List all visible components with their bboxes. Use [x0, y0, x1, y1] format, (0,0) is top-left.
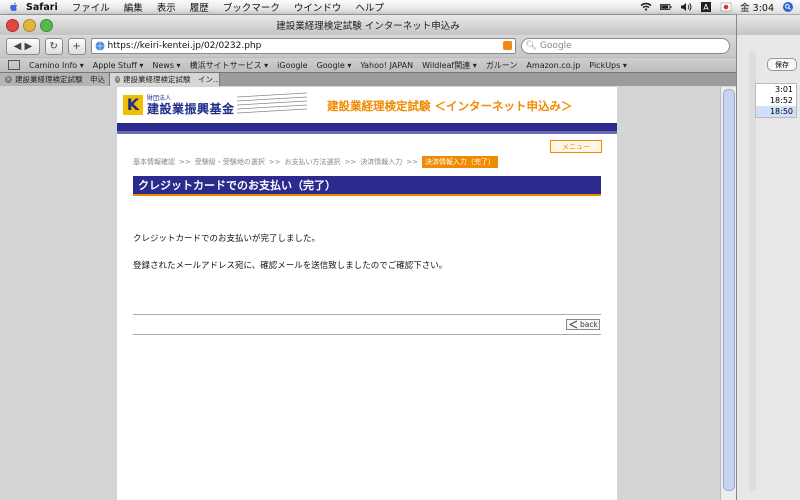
search-field[interactable]: 🔍︎ Google — [520, 38, 730, 54]
search-placeholder: Google — [539, 41, 572, 51]
volume-icon[interactable] — [680, 2, 692, 12]
logo-mark: K — [123, 95, 143, 115]
breadcrumb-separator: >> — [268, 158, 281, 166]
close-tab-icon[interactable]: × — [115, 76, 121, 83]
site-globe-icon — [95, 41, 105, 51]
spotlight-icon[interactable] — [782, 2, 794, 12]
header-bar — [117, 123, 617, 131]
divider — [133, 314, 601, 315]
bookmark-item[interactable]: PickUps ▾ — [589, 61, 627, 70]
zoom-window-icon[interactable] — [40, 19, 53, 32]
completion-message: クレジットカードでのお支払いが完了しました。 — [133, 234, 321, 244]
header-bar-accent — [117, 131, 617, 134]
breadcrumb-step: 受験級・受験地の選択 — [194, 158, 265, 166]
bookmarks-book-icon[interactable] — [8, 60, 20, 70]
bookmarks-bar: Camino Info ▾ Apple Stuff ▾ News ▾ 横浜サイト… — [0, 57, 736, 72]
page-title: クレジットカードでのお支払い（完了） — [133, 176, 601, 196]
menu-help[interactable]: ヘルプ — [355, 0, 384, 14]
rss-icon[interactable] — [502, 41, 512, 50]
reload-icon: ↻ — [49, 40, 58, 52]
breadcrumb-step: 基本情報確認 — [133, 158, 175, 166]
bookmark-item[interactable]: Camino Info ▾ — [29, 61, 84, 70]
close-window-icon[interactable] — [6, 19, 19, 32]
search-icon: 🔍︎ — [525, 41, 537, 51]
add-bookmark-button[interactable]: + — [67, 37, 86, 55]
menu-clock[interactable]: 金 3:04 — [740, 0, 774, 14]
input-method-icon[interactable]: A — [700, 2, 712, 12]
menu-view[interactable]: 表示 — [157, 0, 176, 14]
bookmark-item[interactable]: Yahoo! JAPAN — [360, 61, 413, 70]
page-body: K 財団法人 建設業振興基金 建設業経理検定試験 ＜インターネット申込み＞ メニ… — [117, 87, 617, 500]
tab-internet-application[interactable]: × 建設業経理検定試験 イン… — [110, 73, 220, 86]
divider — [133, 334, 601, 335]
breadcrumb-current-step: 決済情報入力（完了） — [421, 156, 498, 168]
browser-toolbar: ◀ ▶ ↻ + https://keiri-kentei.jp/02/0232.… — [0, 35, 736, 57]
bookmark-item[interactable]: Wildleaf関連 ▾ — [422, 60, 477, 71]
vertical-scrollbar[interactable] — [720, 87, 736, 500]
forward-arrow-icon[interactable]: ▶ — [24, 41, 32, 52]
back-button-label: back — [580, 320, 598, 329]
close-tab-icon[interactable]: × — [5, 76, 12, 83]
address-bar[interactable]: https://keiri-kentei.jp/02/0232.php — [90, 38, 516, 54]
breadcrumb: 基本情報確認 >> 受験級・受験地の選択 >> お支払い方法選択 >> 決済情報… — [133, 156, 498, 168]
menu-window[interactable]: ウインドウ — [294, 0, 342, 14]
menu-edit[interactable]: 編集 — [124, 0, 143, 14]
menu-file[interactable]: ファイル — [72, 0, 110, 14]
window-titlebar[interactable]: 建設業経理検定試験 インターネット申込み — [0, 15, 736, 35]
breadcrumb-step: お支払い方法選択 — [284, 158, 341, 166]
list-item[interactable]: 3:01 — [756, 84, 796, 95]
header-title: 建設業経理検定試験 ＜インターネット申込み＞ — [327, 99, 573, 113]
bookmark-item[interactable]: iGoogle — [277, 61, 307, 70]
logo-name: 建設業振興基金 — [147, 102, 235, 116]
window-title: 建設業経理検定試験 インターネット申込み — [276, 21, 460, 32]
site-header: K 財団法人 建設業振興基金 建設業経理検定試験 ＜インターネット申込み＞ — [117, 87, 617, 121]
menu-safari[interactable]: Safari — [26, 2, 58, 13]
background-window[interactable]: 保存 3:01 18:52 18:50 — [736, 15, 800, 500]
plus-icon: + — [72, 40, 81, 52]
svg-text:A: A — [703, 3, 709, 12]
bookmark-item[interactable]: Apple Stuff ▾ — [93, 61, 144, 70]
menu-button[interactable]: メニュー — [550, 140, 602, 153]
reload-button[interactable]: ↻ — [44, 37, 63, 55]
breadcrumb-separator: >> — [406, 158, 418, 166]
web-content: K 財団法人 建設業振興基金 建設業経理検定試験 ＜インターネット申込み＞ メニ… — [0, 87, 736, 500]
bookmark-item[interactable]: 横浜サイトサービス ▾ — [190, 60, 269, 71]
back-arrow-icon[interactable]: ◀ — [14, 41, 22, 52]
bookmark-item[interactable]: Google ▾ — [317, 61, 352, 70]
scrollbar-thumb[interactable] — [723, 89, 735, 491]
tab-application[interactable]: × 建設業経理検定試験 申込 — [0, 73, 110, 86]
battery-icon[interactable] — [660, 2, 672, 12]
background-window-titlebar[interactable] — [737, 15, 800, 35]
minimize-window-icon[interactable] — [23, 19, 36, 32]
back-forward-buttons[interactable]: ◀ ▶ — [6, 37, 40, 55]
menu-history[interactable]: 履歴 — [190, 0, 209, 14]
save-button[interactable]: 保存 — [767, 58, 797, 71]
back-arrow-icon — [569, 320, 578, 329]
bookmark-item[interactable]: ガルーン — [486, 60, 518, 71]
list-item[interactable]: 18:50 — [756, 106, 796, 117]
address-url: https://keiri-kentei.jp/02/0232.php — [107, 41, 262, 51]
list-item[interactable]: 18:52 — [756, 95, 796, 106]
back-button[interactable]: back — [566, 319, 600, 330]
bookmark-item[interactable]: News ▾ — [152, 61, 180, 70]
menu-bookmarks[interactable]: ブックマーク — [223, 0, 280, 14]
tab-label: 建設業経理検定試験 イン… — [123, 75, 220, 84]
flag-icon[interactable] — [720, 2, 732, 12]
mac-menu-bar: Safari ファイル 編集 表示 履歴 ブックマーク ウインドウ ヘルプ A … — [0, 0, 800, 15]
breadcrumb-step: 決済情報入力 — [360, 158, 403, 166]
browser-window: 建設業経理検定試験 インターネット申込み ◀ ▶ ↻ + https://kei… — [0, 15, 736, 500]
breadcrumb-separator: >> — [344, 158, 357, 166]
wifi-icon[interactable] — [640, 2, 652, 12]
apple-menu-icon[interactable] — [8, 1, 20, 13]
breadcrumb-separator: >> — [179, 158, 191, 166]
header-decoration — [237, 92, 307, 114]
tab-label: 建設業経理検定試験 申込 — [15, 75, 105, 84]
tab-bar: × 建設業経理検定試験 申込 × 建設業経理検定試験 イン… — [0, 72, 736, 86]
bookmark-item[interactable]: Amazon.co.jp — [526, 61, 580, 70]
email-confirmation-message: 登録されたメールアドレス宛に、確認メールを送信致しましたのでご確認下さい。 — [133, 261, 448, 271]
time-list: 3:01 18:52 18:50 — [755, 83, 797, 118]
